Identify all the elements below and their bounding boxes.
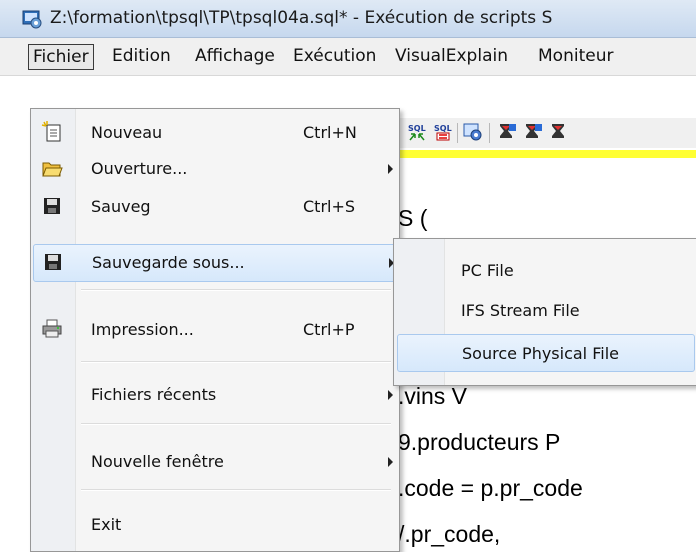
menu-item-label: Sauveg — [91, 197, 151, 216]
menu-item-label: Fichiers récents — [91, 385, 217, 404]
submenu-item-label: PC File — [461, 261, 514, 280]
menu-separator — [81, 489, 391, 491]
submenu-item-pc-file[interactable]: PC File — [397, 252, 693, 288]
sql-run-icon[interactable]: SQL — [407, 122, 427, 142]
svg-text:SQL: SQL — [434, 124, 452, 133]
menu-item-sauveg[interactable]: Sauveg Ctrl+S — [33, 189, 395, 225]
shortcut-label: Ctrl+S — [303, 197, 356, 216]
new-document-icon — [41, 121, 61, 142]
save-as-submenu: PC File IFS Stream File Source Physical … — [393, 238, 696, 386]
submenu-item-source-physical-file[interactable]: Source Physical File — [397, 334, 695, 372]
menu-item-label: Impression... — [91, 320, 194, 339]
open-folder-icon — [42, 162, 63, 177]
title-bar: Z:\formation\tpsql\TP\tpsql04a.sql* - Ex… — [0, 0, 696, 38]
shortcut-label: Ctrl+N — [303, 123, 357, 142]
file-menu: Nouveau Ctrl+N Ouverture... Sauveg Ctrl+… — [30, 108, 400, 552]
toolbar-separator — [457, 123, 458, 143]
toolbar: SQL SQL — [395, 118, 696, 148]
code-line: /.pr_code, — [398, 521, 501, 547]
menu-separator — [81, 361, 391, 363]
submenu-item-label: IFS Stream File — [461, 301, 580, 320]
hourglass-icon[interactable] — [497, 122, 517, 142]
menu-affichage[interactable]: Affichage — [191, 44, 279, 68]
submenu-arrow-icon — [388, 390, 393, 400]
menu-item-fichiers-recents[interactable]: Fichiers récents — [33, 377, 395, 413]
menu-item-ouverture[interactable]: Ouverture... — [33, 151, 395, 187]
menu-item-label: Nouveau — [91, 123, 163, 142]
menu-item-label: Nouvelle fenêtre — [91, 452, 224, 471]
menu-item-nouveau[interactable]: Nouveau Ctrl+N — [33, 115, 395, 151]
hourglass-icon[interactable] — [523, 122, 543, 142]
menu-edition[interactable]: Edition — [108, 44, 175, 68]
svg-text:SQL: SQL — [408, 124, 426, 133]
sql-stop-icon[interactable]: SQL — [433, 122, 453, 142]
menu-item-label: Exit — [91, 515, 122, 534]
printer-icon — [42, 319, 62, 338]
submenu-item-label: Source Physical File — [462, 344, 619, 363]
menu-item-sauvegarde-sous[interactable]: Sauvegarde sous... — [33, 244, 397, 282]
menu-separator — [81, 289, 391, 291]
floppy-disk-icon — [44, 198, 60, 214]
menu-bar: Fichier Edition Affichage Exécution Visu… — [0, 38, 696, 76]
current-line-highlight — [395, 150, 696, 158]
submenu-arrow-icon — [388, 164, 393, 174]
submenu-arrow-icon — [388, 457, 393, 467]
code-line: 9.producteurs P — [398, 429, 561, 455]
window-title: Z:\formation\tpsql\TP\tpsql04a.sql* - Ex… — [50, 8, 553, 28]
submenu-item-ifs-stream-file[interactable]: IFS Stream File — [397, 292, 693, 328]
toolbar-separator — [489, 123, 490, 143]
hourglass-icon[interactable] — [549, 122, 569, 142]
shortcut-label: Ctrl+P — [303, 320, 355, 339]
menu-visualexplain[interactable]: VisualExplain — [391, 44, 512, 68]
code-line: S ( — [398, 205, 428, 231]
menu-item-label: Ouverture... — [91, 159, 188, 178]
code-line: .code = p.pr_code — [398, 475, 583, 501]
menu-execution[interactable]: Exécution — [289, 44, 380, 68]
menu-item-exit[interactable]: Exit — [33, 507, 395, 543]
menu-separator — [81, 423, 391, 425]
menu-fichier[interactable]: Fichier — [28, 44, 94, 70]
menu-moniteur[interactable]: Moniteur — [534, 44, 617, 68]
menu-item-label: Sauvegarde sous... — [92, 253, 245, 272]
app-icon — [22, 10, 42, 29]
settings-icon[interactable] — [463, 122, 483, 142]
code-line: .vins V — [398, 383, 468, 409]
menu-item-impression[interactable]: Impression... Ctrl+P — [33, 312, 395, 348]
floppy-disk-icon — [45, 254, 61, 270]
menu-item-nouvelle-fenetre[interactable]: Nouvelle fenêtre — [33, 444, 395, 480]
